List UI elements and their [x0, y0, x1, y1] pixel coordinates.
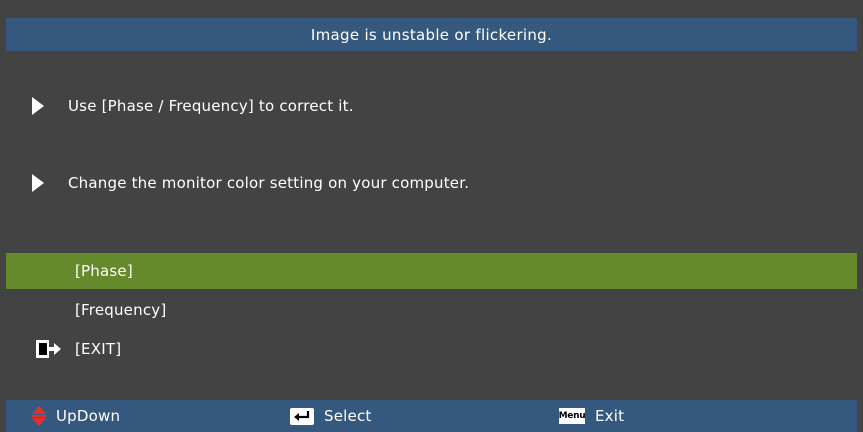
- menu-item-exit[interactable]: [EXIT]: [6, 331, 857, 367]
- footer-bar: UpDown Select Menu Exit: [6, 400, 857, 432]
- tip-text: Change the monitor color setting on your…: [68, 174, 470, 192]
- triangle-right-icon: [32, 174, 44, 192]
- menu-item-label: [EXIT]: [75, 340, 122, 358]
- hint-updown: UpDown: [32, 400, 120, 432]
- tip-row-2: Change the monitor color setting on your…: [32, 174, 469, 192]
- enter-key-icon: [290, 407, 314, 425]
- menu-item-label: [Phase]: [75, 262, 133, 280]
- menu-key-icon: Menu: [559, 408, 586, 424]
- triangle-right-icon: [32, 97, 44, 115]
- tip-text: Use [Phase / Frequency] to correct it.: [68, 97, 354, 115]
- hint-exit-label: Exit: [595, 407, 625, 425]
- hint-select: Select: [290, 400, 371, 432]
- tip-row-1: Use [Phase / Frequency] to correct it.: [32, 97, 354, 115]
- dialog-title-bar: Image is unstable or flickering.: [6, 18, 857, 51]
- menu-item-frequency[interactable]: [Frequency]: [6, 292, 857, 328]
- hint-updown-label: UpDown: [56, 407, 121, 425]
- menu-item-phase[interactable]: [Phase]: [6, 253, 857, 289]
- exit-door-icon: [36, 340, 61, 358]
- updown-arrows-icon: [32, 406, 46, 426]
- hint-exit: Menu Exit: [559, 400, 624, 432]
- dialog-title: Image is unstable or flickering.: [310, 25, 553, 44]
- menu-item-label: [Frequency]: [75, 301, 167, 319]
- hint-select-label: Select: [324, 407, 372, 425]
